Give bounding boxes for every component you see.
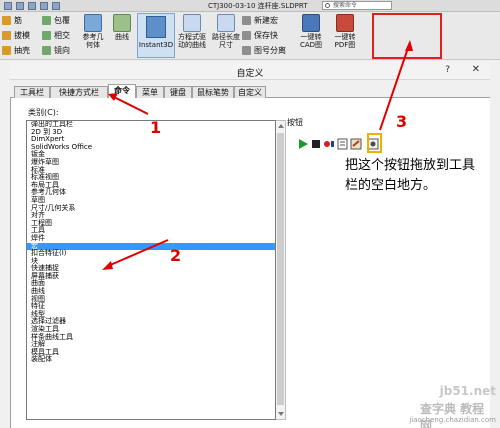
watermark-line-3: jiaocheng.chazidian.com [409, 416, 496, 424]
step-2-label: 2 [170, 246, 182, 265]
annotation-arrows [102, 40, 413, 270]
watermark-line-1: jb51.net [439, 384, 496, 398]
arrow-3-head [405, 40, 413, 51]
step-3-label: 3 [396, 112, 408, 131]
step-1-label: 1 [150, 118, 162, 137]
arrow-1-head [108, 93, 118, 101]
arrow-2-head [102, 261, 113, 270]
watermark: jb51.net 查字典 教程网 jiaocheng.chazidian.com [409, 384, 500, 428]
screen: CTJ300-03-10 连杆座.SLDPRT 搜索命令 筋 拔模 抽壳 包覆 … [0, 0, 500, 428]
